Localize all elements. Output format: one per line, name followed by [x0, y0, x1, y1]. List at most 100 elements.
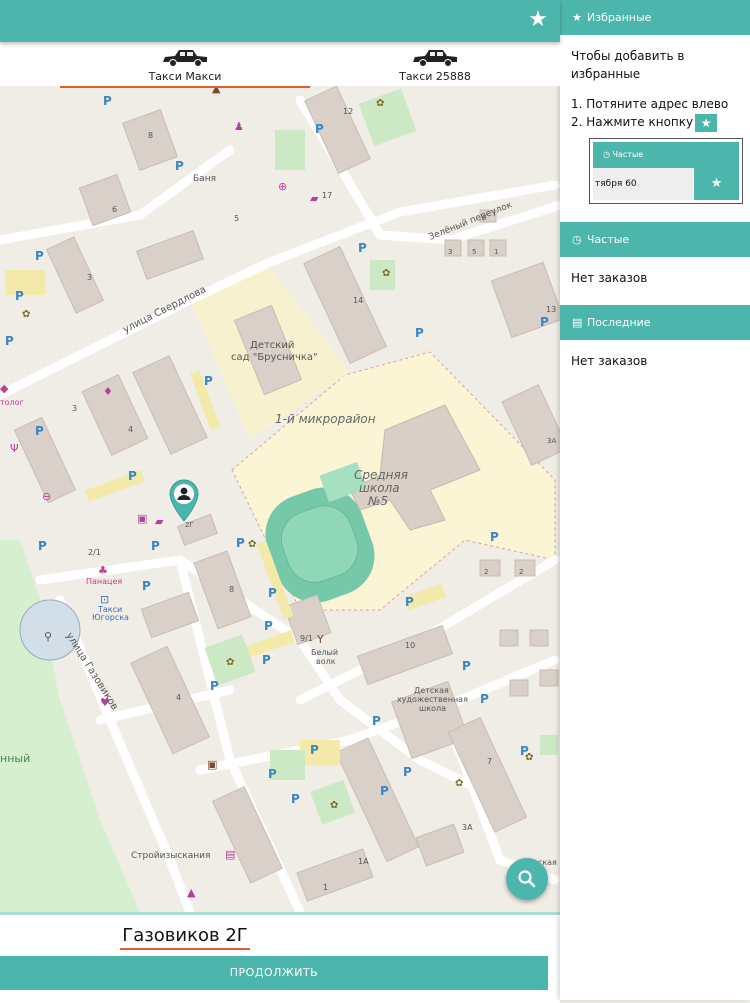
svg-text:♣: ♣ [98, 564, 108, 577]
svg-text:✿: ✿ [330, 800, 338, 811]
svg-text:P: P [403, 765, 412, 779]
svg-text:1А: 1А [358, 857, 369, 866]
svg-text:Y: Y [316, 633, 324, 646]
svg-text:3: 3 [87, 273, 92, 282]
tab-label: Такси Макси [148, 70, 222, 83]
side-panel: ★ Избранные Чтобы добавить в избранные 1.… [560, 0, 750, 1000]
svg-text:6: 6 [112, 205, 117, 214]
svg-text:◆: ◆ [0, 382, 9, 395]
search-icon [518, 870, 536, 888]
map-view[interactable]: PPP PPP PPP PPP PPP PPP PPP PPP PPP PPP … [0, 86, 560, 912]
svg-text:Детский: Детский [250, 340, 294, 351]
svg-text:⚲: ⚲ [44, 630, 52, 643]
svg-text:художественная: художественная [397, 695, 468, 704]
svg-text:14: 14 [353, 296, 363, 305]
svg-text:10: 10 [405, 641, 415, 650]
location-pin-icon[interactable] [168, 478, 200, 522]
svg-text:P: P [236, 536, 245, 550]
svg-text:3: 3 [448, 248, 452, 256]
svg-text:♥: ♥ [100, 696, 110, 709]
svg-text:Средняя: Средняя [354, 468, 408, 482]
tab-taxi-25888[interactable]: Такси 25888 [310, 42, 560, 86]
car-icon [163, 50, 207, 67]
svg-text:8: 8 [229, 585, 234, 594]
svg-text:✿: ✿ [455, 778, 463, 789]
address-bar: Газовиков 2Г ПРОДОЛЖИТЬ [0, 912, 560, 1003]
svg-text:✿: ✿ [248, 539, 256, 550]
favorites-hint: Чтобы добавить в избранные 1. Потяните а… [560, 35, 750, 216]
star-icon: ★ [695, 113, 718, 132]
svg-text:✿: ✿ [525, 752, 533, 763]
svg-text:P: P [35, 249, 44, 263]
recent-empty: Нет заказов [571, 353, 648, 368]
svg-text:P: P [103, 94, 112, 108]
demo-row: тября 60 [593, 167, 693, 200]
recent-header: ▤ Последние [560, 304, 750, 340]
svg-text:⊕: ⊕ [278, 180, 287, 193]
continue-button[interactable]: ПРОДОЛЖИТЬ [0, 956, 548, 990]
svg-text:Ψ: Ψ [10, 442, 19, 455]
svg-text:толог: толог [0, 398, 24, 407]
svg-text:▣: ▣ [207, 758, 217, 771]
svg-text:2/1: 2/1 [88, 548, 101, 557]
tab-taxi-maxi[interactable]: Такси Макси [60, 42, 310, 88]
svg-text:P: P [540, 315, 549, 329]
svg-text:P: P [480, 692, 489, 706]
star-icon[interactable]: ★ [526, 8, 550, 32]
svg-text:✿: ✿ [382, 268, 390, 279]
svg-text:№5: №5 [367, 494, 388, 508]
svg-text:2Г: 2Г [185, 521, 194, 529]
star-icon: ★ [572, 11, 582, 24]
svg-text:P: P [142, 579, 151, 593]
svg-text:P: P [38, 539, 47, 553]
svg-text:P: P [462, 659, 471, 673]
svg-text:8: 8 [148, 131, 153, 140]
svg-text:13: 13 [546, 305, 556, 314]
svg-text:P: P [405, 595, 414, 609]
svg-text:Югорска: Югорска [92, 613, 129, 622]
svg-text:▰: ▰ [155, 515, 164, 528]
svg-text:✿: ✿ [226, 657, 234, 668]
clock-icon: ◷ [603, 149, 613, 159]
demo-header: ◷ Частые [593, 141, 739, 168]
svg-text:6: 6 [482, 214, 487, 222]
svg-text:9/1: 9/1 [300, 634, 313, 643]
svg-text:P: P [175, 159, 184, 173]
svg-text:Панацея: Панацея [86, 577, 122, 586]
svg-text:2: 2 [484, 568, 488, 576]
svg-text:P: P [380, 784, 389, 798]
svg-text:17: 17 [322, 191, 332, 200]
svg-text:P: P [268, 586, 277, 600]
svg-text:P: P [358, 241, 367, 255]
svg-text:школа: школа [359, 481, 400, 495]
svg-text:♦: ♦ [103, 385, 113, 398]
taxi-tabs: Такси Макси Такси 25888 [0, 42, 560, 88]
svg-text:Детская: Детская [414, 686, 449, 695]
svg-text:P: P [315, 122, 324, 136]
svg-text:P: P [15, 289, 24, 303]
svg-text:Белый: Белый [311, 648, 338, 657]
calendar-icon: ▤ [572, 315, 583, 329]
svg-text:P: P [35, 424, 44, 438]
svg-text:7: 7 [487, 757, 492, 766]
svg-text:▣: ▣ [137, 512, 147, 525]
svg-text:Баня: Баня [193, 174, 216, 184]
search-button[interactable] [506, 858, 548, 900]
map-canvas[interactable]: PPP PPP PPP PPP P PP PPP P PP PPP P PP PPP … [0, 86, 560, 912]
favorites-demo-illustration: ◷ Частые тября 60 ★ [589, 137, 743, 204]
selected-address[interactable]: Газовиков 2Г [0, 925, 370, 950]
svg-text:P: P [372, 714, 381, 728]
svg-text:▰: ▰ [310, 192, 319, 205]
svg-text:P: P [264, 619, 273, 633]
svg-text:1: 1 [494, 248, 498, 256]
svg-text:12: 12 [343, 107, 353, 116]
svg-text:▤: ▤ [225, 848, 235, 861]
svg-text:школа: школа [419, 704, 446, 713]
svg-text:P: P [204, 374, 213, 388]
svg-text:P: P [490, 530, 499, 544]
svg-text:4: 4 [128, 425, 133, 434]
favorites-header: ★ Избранные [560, 0, 750, 35]
svg-text:1-й микрорайон: 1-й микрорайон [275, 412, 376, 426]
top-app-bar: ★ [0, 0, 560, 42]
svg-text:5: 5 [234, 214, 239, 223]
